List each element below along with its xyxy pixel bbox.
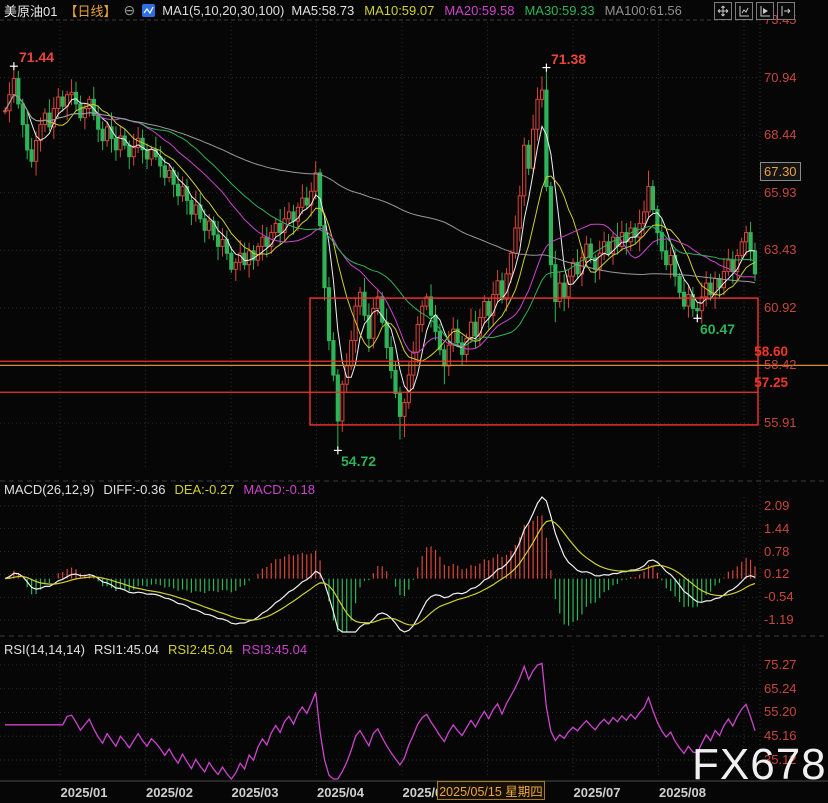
symbol-name[interactable]: 美原油01: [4, 1, 57, 20]
hline-price-label: 57.25: [746, 375, 788, 390]
macd-tick-label: 1.44: [764, 521, 789, 536]
collapse-icon[interactable]: ⊖: [123, 3, 135, 17]
macd-value: DIFF:-0.36: [103, 482, 165, 497]
crosshair-date-box: 2025/05/15 星期四: [437, 781, 545, 800]
hline-price-label: 58.60: [746, 344, 788, 359]
month-label: 2025/01: [61, 785, 108, 800]
ma-value: MA20:59.58: [444, 3, 514, 18]
macd-tick-label: 0.12: [764, 566, 789, 581]
ma-indicator-icon: [142, 4, 155, 17]
goto-latest-icon[interactable]: [777, 2, 795, 20]
ma-value: MA10:59.07: [364, 3, 434, 18]
rsi-value: RSI1:45.04: [94, 642, 159, 657]
month-label: 2025/03: [232, 785, 279, 800]
play-forward-icon[interactable]: [756, 2, 774, 20]
price-tick-label: 60.92: [764, 300, 797, 315]
extreme-price-label: 60.47: [700, 321, 735, 337]
macd-value: MACD(26,12,9): [4, 482, 94, 497]
month-label: 2025/02: [146, 785, 193, 800]
chart-canvas[interactable]: [0, 0, 828, 803]
macd-tick-label: -1.19: [764, 612, 794, 627]
extreme-price-label: 71.44: [19, 49, 54, 65]
extreme-price-label: 71.38: [551, 51, 586, 67]
price-tick-label: 65.93: [764, 185, 797, 200]
chart-toolbar: [714, 2, 795, 20]
pan-icon[interactable]: [714, 2, 732, 20]
rsi-value: RSI2:45.04: [168, 642, 233, 657]
ma-value: MA30:59.33: [524, 3, 594, 18]
price-tick-label: 63.43: [764, 242, 797, 257]
month-label: 2025/04: [317, 785, 364, 800]
macd-tick-label: 2.09: [764, 498, 789, 513]
price-tick-label: 55.91: [764, 415, 797, 430]
month-label: 2025/07: [574, 785, 621, 800]
trading-chart-app: 美原油01 【日线】 ⊖ MA1(5,10,20,30,100) MA5:58.…: [0, 0, 828, 803]
macd-tick-label: 0.78: [764, 544, 789, 559]
extreme-price-label: 54.72: [341, 453, 376, 469]
watermark: FX678: [692, 740, 827, 790]
ma-values: MA5:58.73 MA10:59.07 MA20:59.58 MA30:59.33 M…: [291, 3, 682, 18]
scale-range-icon[interactable]: [735, 2, 753, 20]
rsi-tick-label: 65.24: [764, 681, 797, 696]
ma-value: MA100:61.56: [605, 3, 682, 18]
crosshair-price-box: 67.30: [760, 162, 801, 181]
rsi-tick-label: 75.27: [764, 657, 797, 672]
ma-value: MA5:58.73: [291, 3, 354, 18]
rsi-tick-label: 55.20: [764, 704, 797, 719]
macd-value: DEA:-0.27: [174, 482, 234, 497]
period-label[interactable]: 【日线】: [64, 1, 116, 20]
macd-tick-label: -0.54: [764, 589, 794, 604]
ma-settings-label: MA1(5,10,20,30,100): [162, 3, 284, 18]
price-tick-label: 70.94: [764, 70, 797, 85]
rsi-header: RSI(14,14,14) RSI1:45.04 RSI2:45.04 RSI3:45…: [4, 642, 307, 657]
macd-header: MACD(26,12,9) DIFF:-0.36 DEA:-0.27 MACD:-0.…: [4, 482, 315, 497]
chart-header: 美原油01 【日线】 ⊖ MA1(5,10,20,30,100) MA5:58.…: [4, 0, 682, 20]
rsi-value: RSI3:45.04: [242, 642, 307, 657]
macd-value: MACD:-0.18: [243, 482, 315, 497]
price-tick-label: 58.42: [764, 357, 797, 372]
price-tick-label: 68.44: [764, 127, 797, 142]
rsi-value: RSI(14,14,14): [4, 642, 85, 657]
